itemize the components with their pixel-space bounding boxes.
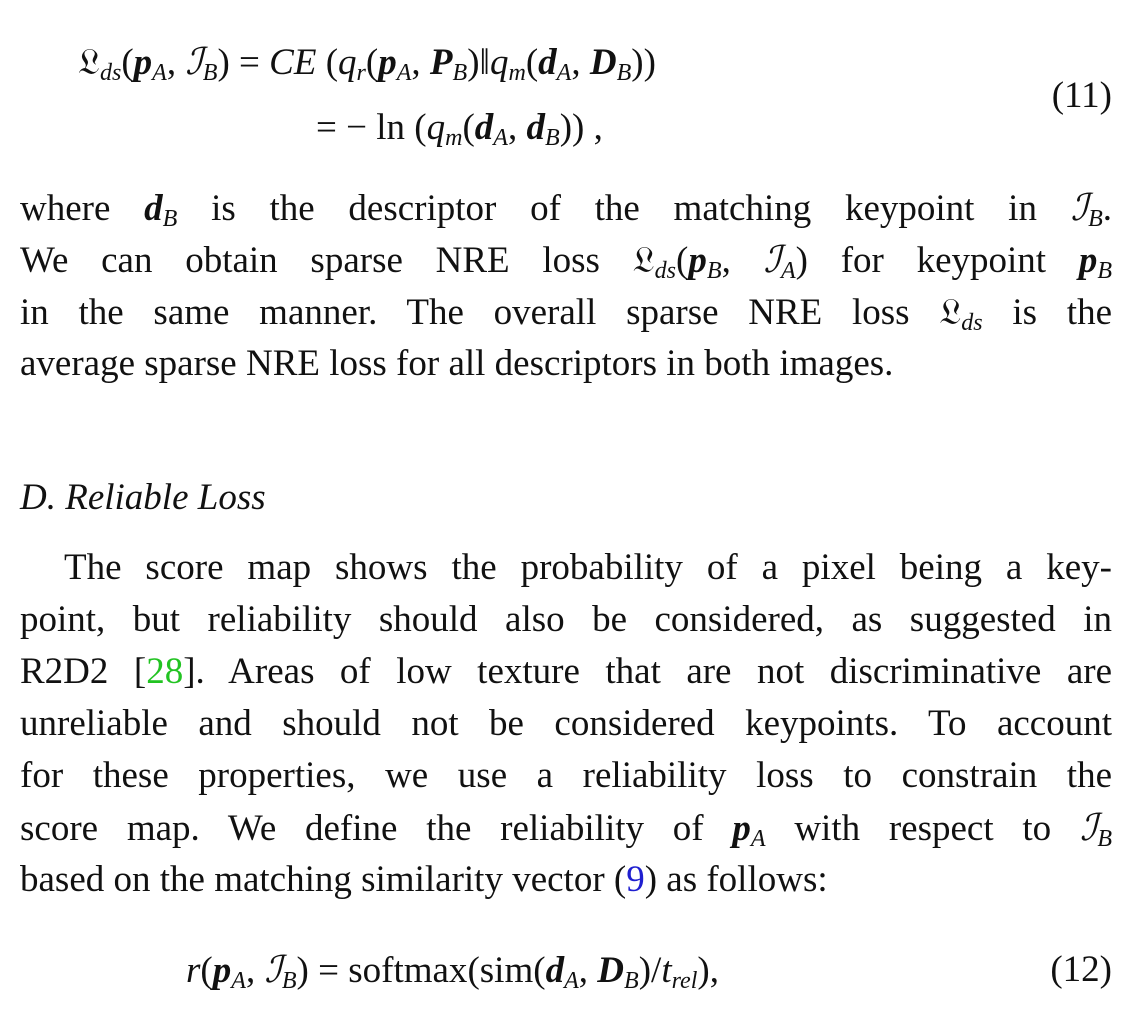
para2-line-1: The score map shows the probability of a… [64, 547, 1112, 588]
para1-line-4: average sparse NRE loss for all descript… [20, 343, 894, 384]
equation-12: r(pA, ℐB) = softmax(sim(dA, DB)/trel), [186, 948, 719, 994]
para2-line-5: for these properties, we use a reliabili… [20, 755, 1112, 796]
para2-line-7: based on the matching similarity vector … [20, 859, 828, 900]
para1-line-2: We can obtain sparse NRE loss 𝔏ds(pB, ℐA… [20, 238, 1113, 284]
loss-symbol: 𝔏 [78, 40, 100, 83]
para2-line-2: point, but reliability should also be co… [20, 599, 1112, 640]
para1-line-1: where dB is the descriptor of the matchi… [20, 186, 1113, 232]
equation-12-number: (12) [1050, 949, 1112, 990]
equation-11-number: (11) [1051, 75, 1112, 116]
para1-line-3: in the same manner. The overall sparse N… [20, 290, 1112, 336]
equation-reference-link[interactable]: 9 [626, 859, 645, 900]
para2-line-3: R2D2 [28]. Areas of low texture that are… [20, 651, 1112, 692]
para2-line-6: score map. We define the reliability of … [20, 806, 1113, 852]
equation-11-line-2: = − ln (qm(dA, dB)) , [316, 107, 603, 151]
para2-line-4: unreliable and should not be considered … [20, 703, 1112, 744]
citation-link[interactable]: 28 [146, 651, 183, 692]
section-heading: D. Reliable Loss [20, 477, 266, 518]
equation-11-line-1: 𝔏ds(pA, ℐB) = CE (qr(pA, PB)‖qm(dA, DB)) [78, 40, 656, 86]
